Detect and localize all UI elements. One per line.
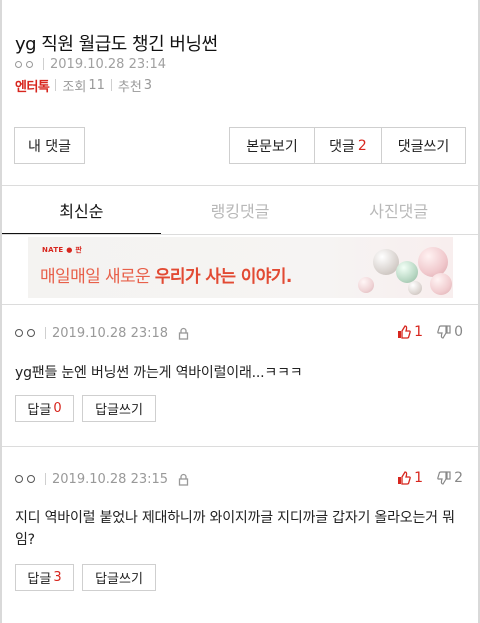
comment-action-group: 본문보기 댓글 2 댓글쓰기: [229, 127, 466, 164]
upvote-count: 1: [414, 470, 424, 486]
comments-button[interactable]: 댓글 2: [315, 128, 382, 163]
downvote-count: 2: [454, 470, 463, 486]
comment-votes: 1 2: [397, 470, 463, 486]
post-meta-author-date: 2019.10.28 23:14: [15, 56, 166, 72]
comment-text: 지디 역바이럴 붙었나 제대하니까 와이지까글 지디까글 갑자기 올라오는거 뭐…: [15, 510, 455, 548]
downvote-button[interactable]: 2: [437, 470, 463, 486]
reply-label: 답글: [27, 572, 52, 587]
author-icon: [15, 475, 36, 483]
post-category[interactable]: 엔터톡: [15, 76, 50, 95]
comment-item: 2019.10.28 23:18 1 0 yg팬들 눈엔 버닝썬 까는게 역바이…: [2, 305, 478, 446]
author-icon: [15, 329, 36, 337]
comment-datetime: 2019.10.28 23:15: [52, 471, 169, 487]
views-label: 조회: [62, 79, 87, 95]
comment-sort-tabs: 최신순 랭킹댓글 사진댓글: [2, 186, 478, 235]
comment-text: yg팬들 눈엔 버닝썬 까는게 역바이럴이래...ㅋㅋㅋ: [15, 365, 303, 381]
comment-datetime: 2019.10.28 23:18: [52, 325, 169, 341]
write-reply-button[interactable]: 답글쓰기: [82, 395, 156, 422]
reply-button[interactable]: 답글 3: [15, 564, 74, 591]
comment-item: 2019.10.28 23:15 1 2 지디 역바이럴 붙었나 제대하니까 와…: [2, 447, 478, 623]
recommend-count: 3: [143, 77, 153, 93]
reply-label: 답글: [27, 403, 52, 418]
views-count: 11: [88, 77, 105, 93]
meta-divider: [55, 79, 57, 91]
comments-label: 댓글: [329, 138, 355, 155]
author-icon: [15, 60, 34, 68]
view-post-button[interactable]: 본문보기: [230, 128, 315, 163]
downvote-button[interactable]: 0: [437, 324, 463, 340]
meta-divider: [45, 327, 46, 339]
comment-votes: 1 0: [397, 324, 463, 340]
downvote-count: 0: [454, 324, 463, 340]
my-comments-button[interactable]: 내 댓글: [14, 127, 85, 164]
post-title: yg 직원 월급도 챙긴 버닝썬: [15, 34, 218, 55]
tab-ranking[interactable]: 랭킹댓글: [161, 186, 320, 234]
upvote-count: 1: [414, 324, 424, 340]
reply-button[interactable]: 답글 0: [15, 395, 74, 422]
recommend-label: 추천: [117, 79, 142, 95]
tabs-divider: [2, 234, 478, 235]
ad-banner[interactable]: NATE ● 판 매일매일 새로운 우리가 사는 이야기.: [28, 237, 453, 298]
thumbs-down-icon: [437, 471, 451, 485]
tab-latest[interactable]: 최신순: [2, 186, 161, 235]
reply-count: 3: [53, 570, 62, 585]
post-datetime: 2019.10.28 23:14: [50, 56, 167, 72]
reply-count: 0: [53, 401, 62, 416]
banner-text-plain: 매일매일 새로운: [40, 267, 155, 287]
tab-photo[interactable]: 사진댓글: [319, 186, 478, 234]
upvote-button[interactable]: 1: [397, 324, 423, 340]
post-meta-stats: 엔터톡 조회 11 추천 3: [15, 76, 153, 95]
banner-message: 매일매일 새로운 우리가 사는 이야기.: [40, 262, 292, 287]
banner-text-bold: 우리가 사는 이야기.: [154, 267, 292, 287]
thumbs-up-icon: [398, 325, 411, 339]
thumbs-down-icon: [437, 325, 451, 339]
banner-brand-logo: NATE ● 판: [42, 246, 83, 254]
thumbs-up-icon: [398, 471, 411, 485]
lock-icon: [177, 473, 190, 486]
lock-icon: [177, 327, 190, 340]
comment-meta: 2019.10.28 23:18: [15, 325, 190, 341]
upvote-button[interactable]: 1: [397, 470, 423, 486]
meta-divider: [43, 58, 44, 70]
comment-meta: 2019.10.28 23:15: [15, 471, 190, 487]
comments-count: 2: [357, 137, 367, 154]
meta-divider: [110, 79, 112, 91]
write-comment-button[interactable]: 댓글쓰기: [382, 128, 465, 163]
meta-divider: [45, 473, 46, 485]
write-reply-button[interactable]: 답글쓰기: [82, 564, 156, 591]
